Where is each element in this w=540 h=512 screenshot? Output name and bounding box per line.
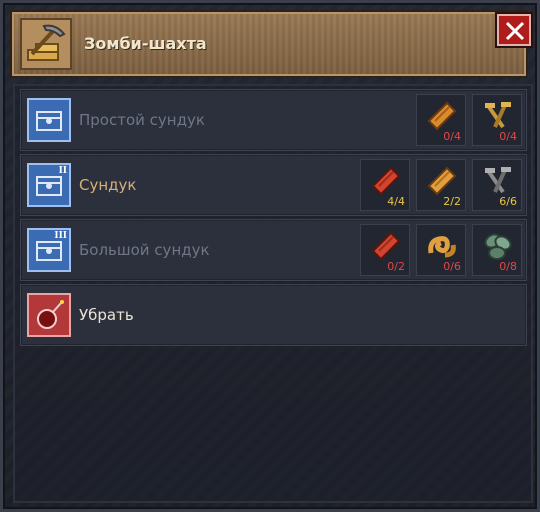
resource-slot-herb-leaves[interactable]: 0/8 (472, 224, 522, 276)
recipe-label: Убрать (79, 306, 134, 324)
resource-slot-wooden-plank[interactable]: 2/2 (416, 159, 466, 211)
tier-badge: III (54, 231, 67, 241)
resource-count: 4/4 (387, 195, 405, 208)
nails-icon (485, 102, 511, 129)
close-button[interactable] (495, 12, 533, 48)
crafting-window: Зомби-шахта Простой сундук 0/4 0/4 II Су… (0, 0, 540, 512)
recipe-row-simple-chest[interactable]: Простой сундук 0/4 0/4 (20, 89, 527, 151)
chest-blueprint-icon: III (27, 228, 71, 272)
resource-count: 2/2 (443, 195, 461, 208)
recipe-row-chest[interactable]: II Сундук 4/4 2/2 6/6 (20, 154, 527, 216)
resource-slot-nails[interactable]: 0/4 (472, 94, 522, 146)
window-header: Зомби-шахта (10, 10, 528, 78)
red-plank-icon (371, 231, 401, 261)
tier-badge: II (58, 166, 67, 176)
herb-leaves-icon (484, 233, 512, 260)
resource-count: 0/4 (499, 130, 517, 143)
recipe-list: Простой сундук 0/4 0/4 II Сундук 4/4 2/2… (13, 84, 533, 503)
resource-count: 0/8 (499, 260, 517, 273)
resource-count: 6/6 (499, 195, 517, 208)
window-title: Зомби-шахта (84, 34, 207, 53)
nails-icon (485, 167, 511, 194)
resource-slot-nails[interactable]: 6/6 (472, 159, 522, 211)
chest-blueprint-icon (27, 98, 71, 142)
resource-count: 0/4 (443, 130, 461, 143)
resource-slot-red-plank[interactable]: 4/4 (360, 159, 410, 211)
recipe-label: Сундук (79, 176, 137, 194)
red-plank-icon (371, 166, 401, 196)
resource-slot-wooden-plank[interactable]: 0/4 (416, 94, 466, 146)
recipe-label: Простой сундук (79, 111, 205, 129)
resource-count: 0/6 (443, 260, 461, 273)
rope-coil-icon (428, 236, 456, 258)
recipe-row-big-chest[interactable]: III Большой сундук 0/2 0/6 0/8 (20, 219, 527, 281)
chest-blueprint-icon: II (27, 163, 71, 207)
close-x-icon (505, 21, 525, 41)
remove-bomb-icon (27, 293, 71, 337)
pickaxe-on-gold-icon (20, 18, 72, 70)
wooden-plank-icon (427, 101, 457, 131)
resource-count: 0/2 (387, 260, 405, 273)
recipe-row-remove[interactable]: Убрать (20, 284, 527, 346)
wooden-plank-icon (427, 166, 457, 196)
resource-slot-red-plank[interactable]: 0/2 (360, 224, 410, 276)
resource-slot-rope-coil[interactable]: 0/6 (416, 224, 466, 276)
recipe-label: Большой сундук (79, 241, 210, 259)
